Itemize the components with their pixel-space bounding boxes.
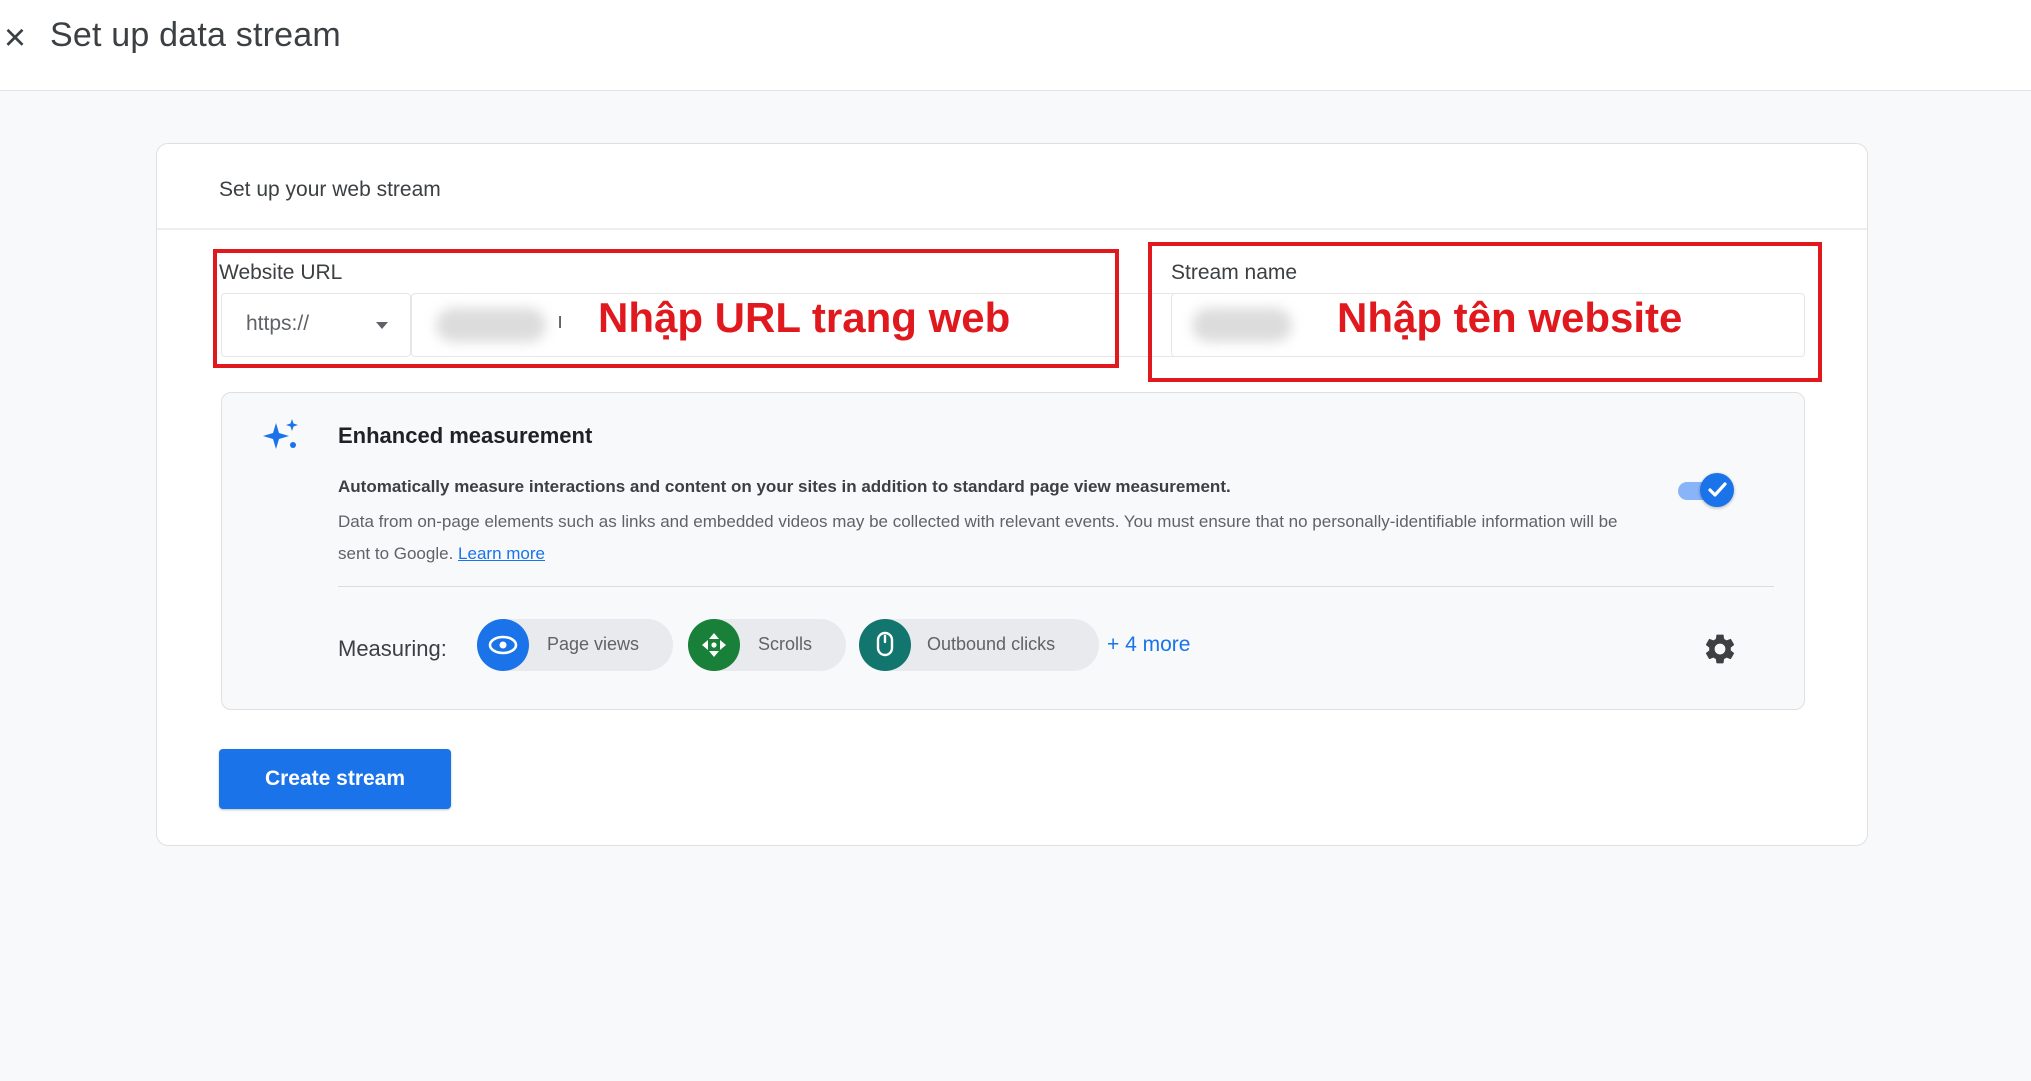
sparkle-icon [263,419,298,449]
chip-label: Outbound clicks [927,634,1056,654]
page-title: Set up data stream [50,16,341,54]
enhanced-measurement-title: Enhanced measurement [338,423,593,448]
scroll-icon [688,619,740,671]
learn-more-link[interactable]: Learn more [458,544,545,563]
create-stream-button[interactable]: Create stream [219,749,451,809]
card-title: Set up your web stream [219,178,441,201]
check-icon [1708,482,1727,497]
web-stream-card: Set up your web stream Website URL https… [156,143,1868,846]
measuring-label: Measuring: [338,636,447,661]
chip-page-views[interactable]: Page views [477,619,673,671]
name-annotation-text: Nhập tên website [1337,294,1683,341]
enhanced-measurement-panel: Enhanced measurement Automatically measu… [221,392,1805,710]
card-divider [157,228,1867,230]
enhanced-measurement-description: Data from on-page elements such as links… [338,506,1618,570]
top-bar: × Set up data stream [0,0,2031,91]
panel-divider [338,586,1774,587]
eye-icon [477,619,529,671]
toggle-knob [1700,473,1734,507]
mouse-icon [859,619,911,671]
chip-label: Scrolls [758,634,813,654]
chip-scrolls[interactable]: Scrolls [688,619,846,671]
enhanced-measurement-summary: Automatically measure interactions and c… [338,477,1231,496]
url-annotation-text: Nhập URL trang web [598,294,1011,341]
close-icon[interactable]: × [0,18,30,58]
enhanced-measurement-toggle[interactable] [1674,473,1736,509]
chip-label: Page views [547,634,640,654]
more-measurements-link[interactable]: + 4 more [1107,633,1190,657]
chip-outbound-clicks[interactable]: Outbound clicks [859,619,1099,671]
gear-icon[interactable] [1702,631,1738,667]
